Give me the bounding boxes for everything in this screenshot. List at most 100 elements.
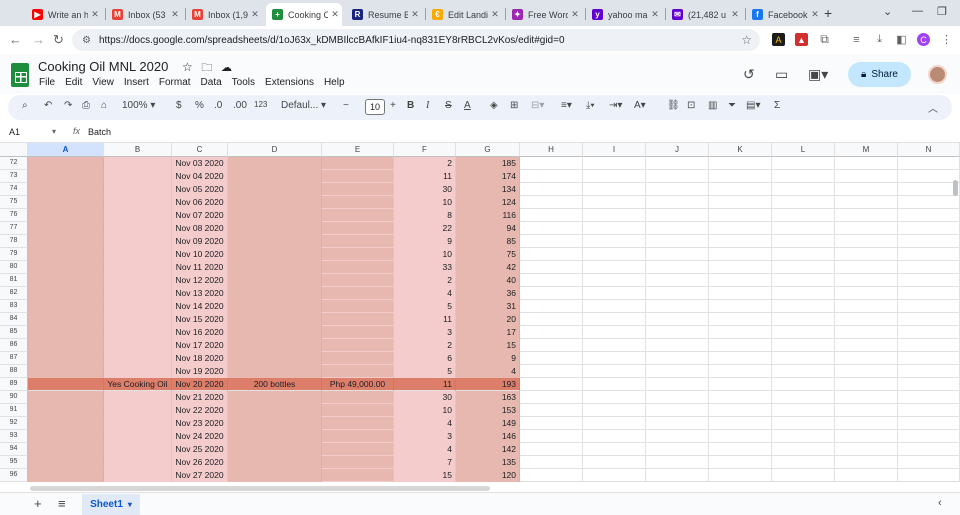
row-header[interactable]: 87 [0,352,28,365]
fill-color-icon[interactable]: ◈ [490,100,498,111]
cell-n83[interactable] [898,300,960,313]
cell-d72[interactable] [228,157,322,170]
cell-l87[interactable] [772,352,835,365]
cell-g87[interactable]: 9 [456,352,520,365]
cell-e94[interactable] [322,443,394,456]
cell-a76[interactable] [28,209,104,222]
browser-tab-8[interactable]: y yahoo ma ✕ [586,3,662,26]
cell-h81[interactable] [520,274,583,287]
row-header[interactable]: 79 [0,248,28,261]
cell-a84[interactable] [28,313,104,326]
name-box[interactable]: A1 [9,127,20,137]
cell-m83[interactable] [835,300,898,313]
cell-i73[interactable] [583,170,646,183]
row-header[interactable]: 73 [0,170,28,183]
cell-m95[interactable] [835,456,898,469]
cell-b74[interactable] [104,183,172,196]
cell-n93[interactable] [898,430,960,443]
cell-a89[interactable] [28,378,104,391]
maximize-icon[interactable]: ❐ [937,5,947,18]
browser-tab-9[interactable]: ✉ (21,482 u ✕ [666,3,742,26]
cell-c90[interactable]: Nov 21 2020 [172,391,228,404]
site-settings-icon[interactable]: ⚙ [82,35,91,46]
cell-d76[interactable] [228,209,322,222]
cell-k85[interactable] [709,326,772,339]
cell-k91[interactable] [709,404,772,417]
cell-m81[interactable] [835,274,898,287]
cell-a92[interactable] [28,417,104,430]
cell-i85[interactable] [583,326,646,339]
cell-i88[interactable] [583,365,646,378]
horizontal-align-icon[interactable]: ≡▾ [561,100,572,111]
all-sheets-button[interactable]: ≡ [58,496,66,511]
cell-e88[interactable] [322,365,394,378]
cell-f89[interactable]: 11 [394,378,456,391]
cell-l74[interactable] [772,183,835,196]
cell-f74[interactable]: 30 [394,183,456,196]
cell-a86[interactable] [28,339,104,352]
menu-item-extensions[interactable]: Extensions [265,77,314,88]
cell-c85[interactable]: Nov 16 2020 [172,326,228,339]
cell-k93[interactable] [709,430,772,443]
cell-a88[interactable] [28,365,104,378]
cell-f96[interactable]: 15 [394,469,456,482]
comments-icon[interactable]: ▭ [775,66,788,83]
cell-d77[interactable] [228,222,322,235]
cell-n77[interactable] [898,222,960,235]
add-sheet-button[interactable]: + [34,496,42,511]
cell-i89[interactable] [583,378,646,391]
cell-b78[interactable] [104,235,172,248]
cell-j82[interactable] [646,287,709,300]
cell-i72[interactable] [583,157,646,170]
browser-tab-2[interactable]: M Inbox (53 ✕ [106,3,182,26]
cell-b91[interactable] [104,404,172,417]
browser-tab-1[interactable]: ▶ Write an h ✕ [26,3,102,26]
menu-item-format[interactable]: Format [159,77,191,88]
cell-f84[interactable]: 11 [394,313,456,326]
cell-h75[interactable] [520,196,583,209]
cell-h89[interactable] [520,378,583,391]
column-header-i[interactable]: I [583,143,646,157]
cell-f79[interactable]: 10 [394,248,456,261]
cell-c77[interactable]: Nov 08 2020 [172,222,228,235]
insert-comment-icon[interactable]: ⊡ [687,100,695,111]
cell-l83[interactable] [772,300,835,313]
horizontal-scrollbar[interactable] [30,486,490,491]
column-header-b[interactable]: B [104,143,172,157]
decrease-decimal-button[interactable]: .0 [214,100,222,111]
cell-d91[interactable] [228,404,322,417]
cell-b80[interactable] [104,261,172,274]
cell-i84[interactable] [583,313,646,326]
row-header[interactable]: 75 [0,196,28,209]
cell-f73[interactable]: 11 [394,170,456,183]
cell-d94[interactable] [228,443,322,456]
cell-n91[interactable] [898,404,960,417]
cell-b95[interactable] [104,456,172,469]
cell-m86[interactable] [835,339,898,352]
strikethrough-button[interactable]: S [445,100,452,111]
cell-i95[interactable] [583,456,646,469]
sheets-logo-icon[interactable] [11,63,29,87]
cell-d81[interactable] [228,274,322,287]
cell-g91[interactable]: 153 [456,404,520,417]
row-header[interactable]: 88 [0,365,28,378]
cell-k86[interactable] [709,339,772,352]
cell-m91[interactable] [835,404,898,417]
cell-f76[interactable]: 8 [394,209,456,222]
cell-j72[interactable] [646,157,709,170]
browser-tab-6[interactable]: € Edit Landi ✕ [426,3,502,26]
cell-d73[interactable] [228,170,322,183]
profile-avatar[interactable]: C [917,33,930,46]
cell-d80[interactable] [228,261,322,274]
font-select[interactable]: Defaul... ▾ [281,100,326,111]
cell-f80[interactable]: 33 [394,261,456,274]
cell-j73[interactable] [646,170,709,183]
cell-n72[interactable] [898,157,960,170]
cell-j76[interactable] [646,209,709,222]
cell-m87[interactable] [835,352,898,365]
cell-d92[interactable] [228,417,322,430]
cell-n74[interactable] [898,183,960,196]
cell-f86[interactable]: 2 [394,339,456,352]
user-avatar[interactable] [928,65,947,84]
cell-b86[interactable] [104,339,172,352]
